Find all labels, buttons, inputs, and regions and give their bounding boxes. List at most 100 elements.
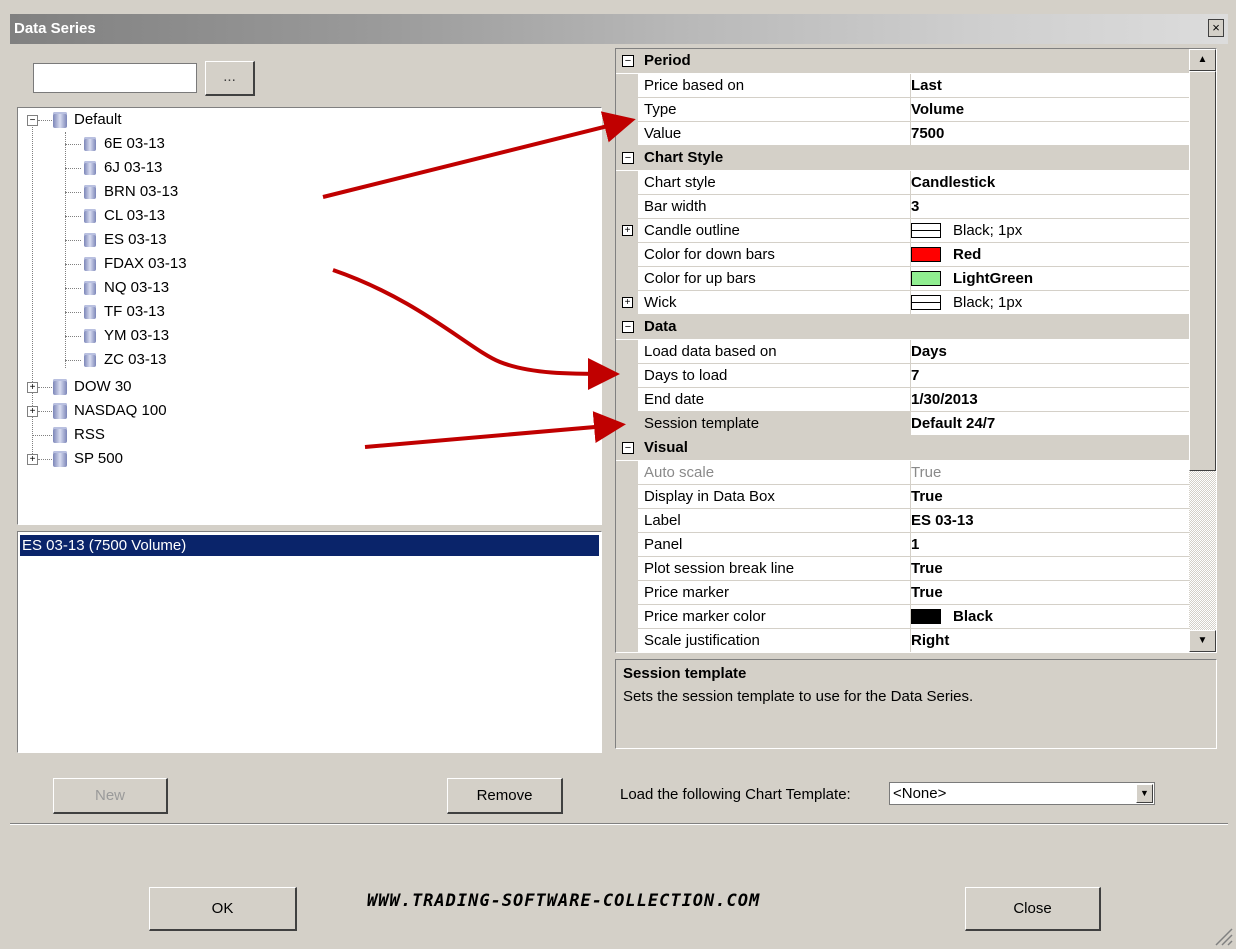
property-value: Last <box>911 77 942 94</box>
title-bar[interactable]: Data Series × <box>10 14 1228 44</box>
property-value: 1/30/2013 <box>911 391 978 408</box>
property-row[interactable]: End date 1/30/2013 <box>616 388 1189 412</box>
collapse-icon[interactable]: − <box>27 115 38 126</box>
new-button[interactable]: New <box>53 778 168 814</box>
line-style-swatch <box>911 223 941 238</box>
category-title: Period <box>644 52 691 69</box>
chevron-down-icon[interactable]: ▼ <box>1136 784 1153 803</box>
chart-template-value: <None> <box>893 785 947 802</box>
tree-item[interactable]: FDAX 03-13 <box>104 254 187 274</box>
chart-template-select[interactable]: <None> ▼ <box>889 782 1155 805</box>
tree-item[interactable]: CL 03-13 <box>104 206 165 226</box>
property-row[interactable]: Label ES 03-13 <box>616 509 1189 533</box>
property-label: Chart style <box>644 174 716 191</box>
property-row[interactable]: Price marker color Black <box>616 605 1189 629</box>
category-visual[interactable]: − Visual <box>616 436 1189 460</box>
database-folder-icon <box>53 427 67 443</box>
property-value: Days <box>911 343 947 360</box>
tree-item[interactable]: 6J 03-13 <box>104 158 162 178</box>
tree-item[interactable]: NQ 03-13 <box>104 278 169 298</box>
expand-icon[interactable]: + <box>27 382 38 393</box>
property-value: Candlestick <box>911 174 996 191</box>
line-style-swatch <box>911 295 941 310</box>
instrument-tree[interactable]: − Default 6E 03-13 6J 03-13 BRN 03-13 CL… <box>17 107 602 525</box>
collapse-icon[interactable]: − <box>622 321 634 333</box>
expand-icon[interactable]: + <box>622 225 633 236</box>
property-label: Panel <box>644 536 683 553</box>
scroll-down-icon[interactable]: ▼ <box>1189 630 1216 652</box>
property-row[interactable]: Plot session break line True <box>616 557 1189 581</box>
remove-button[interactable]: Remove <box>447 778 563 814</box>
property-row[interactable]: Price based on Last <box>616 74 1189 98</box>
database-icon <box>84 161 96 175</box>
category-chart-style[interactable]: − Chart Style <box>616 146 1189 170</box>
scroll-up-icon[interactable]: ▲ <box>1189 49 1216 71</box>
property-value: Black; 1px <box>953 294 1023 311</box>
list-item-selected[interactable]: ES 03-13 (7500 Volume) <box>20 535 599 556</box>
resize-grip-icon[interactable] <box>1211 924 1233 946</box>
tree-group-default[interactable]: Default <box>74 110 122 130</box>
data-series-dialog: Data Series × ... − Default 6E 03-13 6J … <box>0 0 1236 949</box>
property-row-selected[interactable]: Session template Default 24/7 <box>616 412 1190 436</box>
property-row[interactable]: Auto scale True <box>616 461 1189 485</box>
property-grid[interactable]: − Period Price based on Last Type Volume… <box>615 48 1217 653</box>
tree-group-nasdaq100[interactable]: NASDAQ 100 <box>74 401 167 421</box>
close-icon[interactable]: × <box>1208 19 1224 37</box>
property-row[interactable]: Value 7500 <box>616 122 1189 146</box>
tree-item[interactable]: TF 03-13 <box>104 302 165 322</box>
property-row[interactable]: Days to load 7 <box>616 364 1189 388</box>
property-row[interactable]: + Wick Black; 1px <box>616 291 1189 315</box>
selected-series-list[interactable]: ES 03-13 (7500 Volume) <box>17 531 602 753</box>
property-row[interactable]: Bar width 3 <box>616 195 1189 219</box>
property-row[interactable]: Price marker True <box>616 581 1189 605</box>
chart-template-label: Load the following Chart Template: <box>620 786 851 803</box>
property-value: True <box>911 560 943 577</box>
property-row[interactable]: Chart style Candlestick <box>616 171 1189 195</box>
property-label: Color for up bars <box>644 270 756 287</box>
tree-item[interactable]: ES 03-13 <box>104 230 167 250</box>
window-title: Data Series <box>14 20 96 37</box>
property-label: Days to load <box>644 367 728 384</box>
color-swatch <box>911 271 941 286</box>
property-row[interactable]: + Candle outline Black; 1px <box>616 219 1189 243</box>
category-data[interactable]: − Data <box>616 315 1189 339</box>
expand-icon[interactable]: + <box>27 454 38 465</box>
tree-item[interactable]: BRN 03-13 <box>104 182 178 202</box>
property-value: True <box>911 464 942 481</box>
collapse-icon[interactable]: − <box>622 442 634 454</box>
property-row[interactable]: Type Volume <box>616 98 1189 122</box>
ok-button[interactable]: OK <box>149 887 297 931</box>
property-row[interactable]: Color for up bars LightGreen <box>616 267 1189 291</box>
property-label: Type <box>644 101 677 118</box>
tree-group-sp500[interactable]: SP 500 <box>74 449 123 469</box>
property-row[interactable]: Scale justification Right <box>616 629 1189 652</box>
description-title: Session template <box>623 665 747 682</box>
instrument-filter-input[interactable] <box>33 63 197 93</box>
property-row[interactable]: Load data based on Days <box>616 340 1189 364</box>
collapse-icon[interactable]: − <box>622 152 634 164</box>
scroll-thumb[interactable] <box>1189 71 1216 471</box>
category-period[interactable]: − Period <box>616 49 1189 73</box>
database-icon <box>84 305 96 319</box>
close-button[interactable]: Close <box>965 887 1101 931</box>
tree-item[interactable]: 6E 03-13 <box>104 134 165 154</box>
property-row[interactable]: Panel 1 <box>616 533 1189 557</box>
property-value: LightGreen <box>953 270 1034 287</box>
category-title: Data <box>644 318 677 335</box>
property-value: ES 03-13 <box>911 512 974 529</box>
database-folder-icon <box>53 112 67 128</box>
tree-group-dow30[interactable]: DOW 30 <box>74 377 132 397</box>
expand-icon[interactable]: + <box>622 297 633 308</box>
collapse-icon[interactable]: − <box>622 55 634 67</box>
expand-icon[interactable]: + <box>27 406 38 417</box>
property-description-panel: Session template Sets the session templa… <box>615 659 1217 749</box>
browse-button[interactable]: ... <box>205 61 255 96</box>
property-grid-scrollbar[interactable]: ▲ ▼ <box>1189 49 1216 652</box>
tree-group-rss[interactable]: RSS <box>74 425 105 445</box>
tree-item[interactable]: ZC 03-13 <box>104 350 167 370</box>
tree-item[interactable]: YM 03-13 <box>104 326 169 346</box>
property-row[interactable]: Color for down bars Red <box>616 243 1189 267</box>
database-folder-icon <box>53 379 67 395</box>
property-value: Black; 1px <box>953 222 1023 239</box>
property-row[interactable]: Display in Data Box True <box>616 485 1189 509</box>
